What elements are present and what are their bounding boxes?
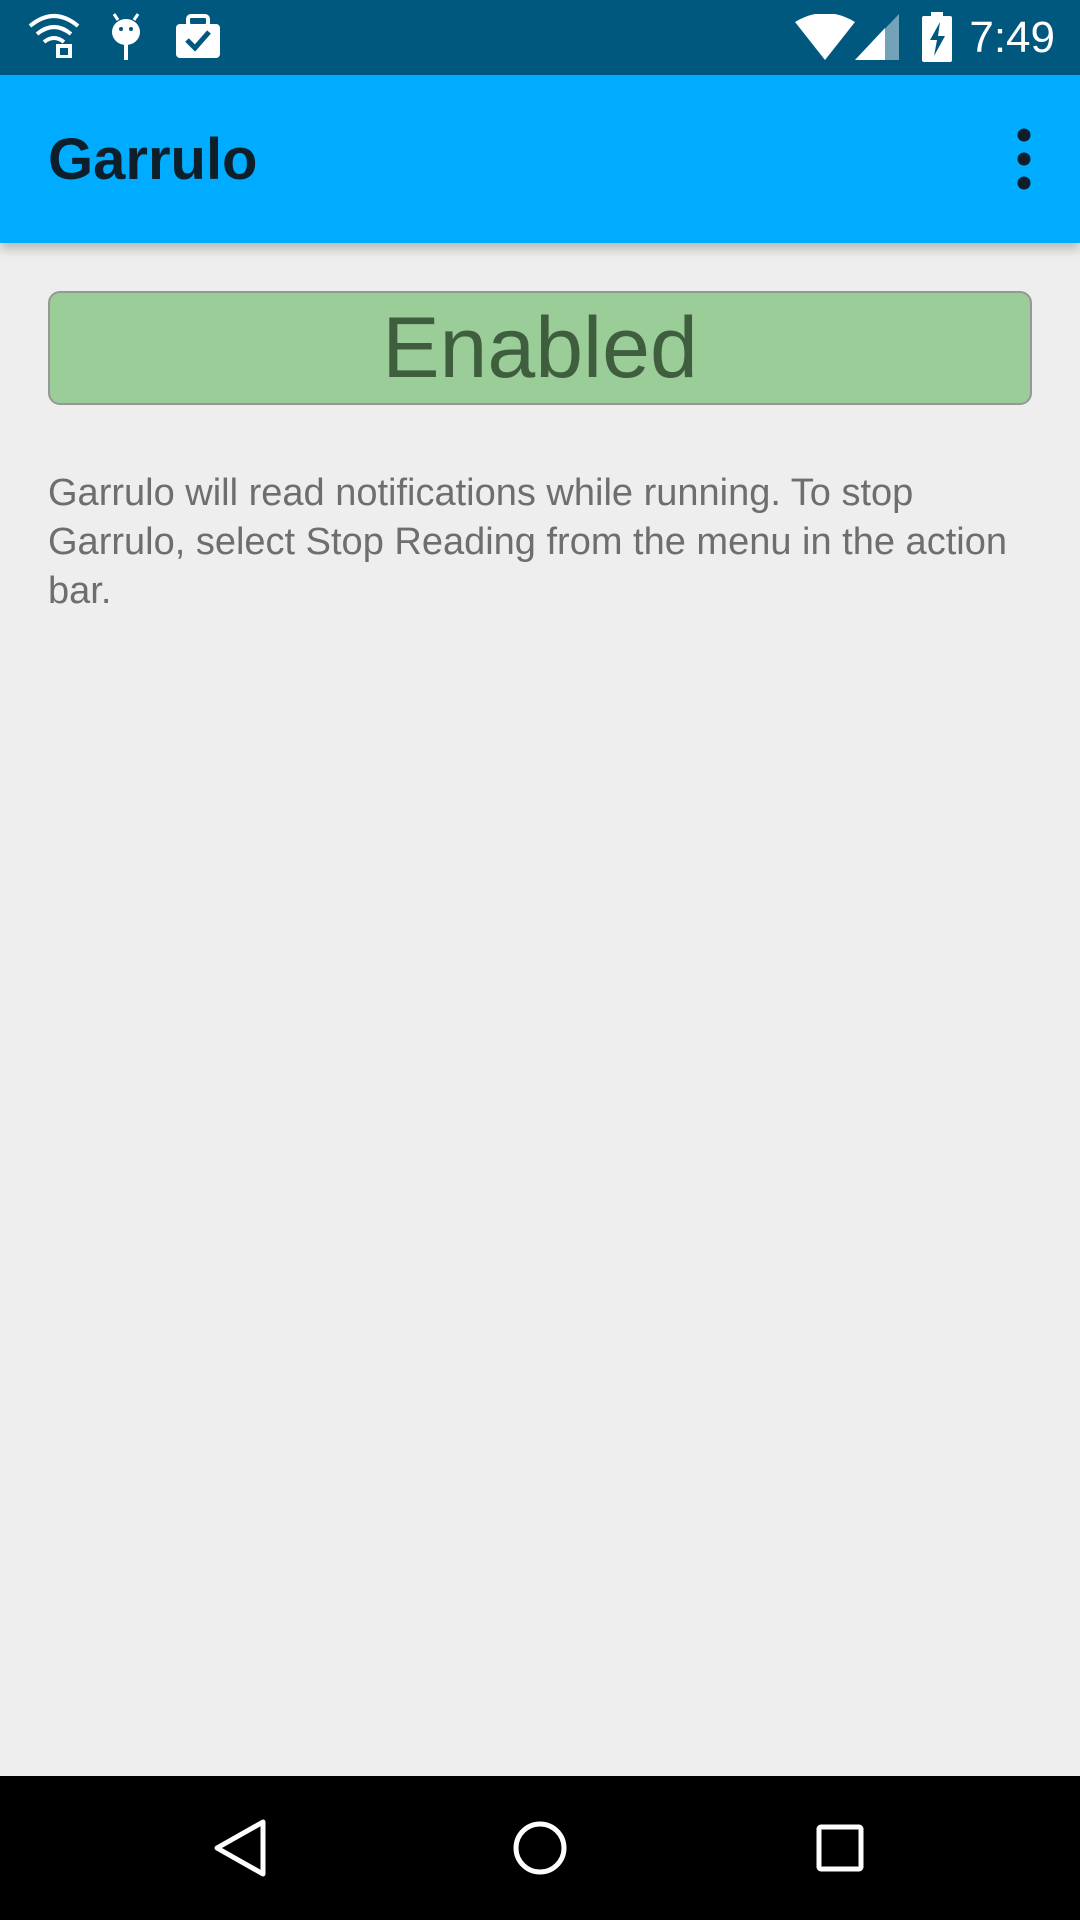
home-icon xyxy=(513,1821,567,1875)
back-button[interactable] xyxy=(190,1798,290,1898)
recents-button[interactable] xyxy=(790,1798,890,1898)
action-bar: Garrulo xyxy=(0,75,1080,243)
recents-icon xyxy=(816,1824,864,1872)
app-title: Garrulo xyxy=(48,127,258,192)
enabled-status-button[interactable]: Enabled xyxy=(48,291,1032,405)
back-icon xyxy=(214,1819,266,1877)
wifi-signal-icon xyxy=(795,13,855,65)
main-content: Enabled Garrulo will read notifications … xyxy=(0,243,1080,1776)
briefcase-check-icon xyxy=(174,12,222,67)
overflow-menu-button[interactable] xyxy=(992,115,1056,203)
navigation-bar xyxy=(0,1776,1080,1920)
cell-signal-icon xyxy=(855,14,899,65)
more-vert-icon xyxy=(1017,128,1031,190)
description-text: Garrulo will read notifications while ru… xyxy=(48,472,1007,612)
android-debug-icon xyxy=(106,12,146,69)
home-button[interactable] xyxy=(490,1798,590,1898)
battery-charging-icon xyxy=(922,12,952,67)
status-bar: 7:49 xyxy=(0,0,1080,75)
status-time: 7:49 xyxy=(969,13,1055,62)
wifi-lock-icon xyxy=(26,12,82,67)
